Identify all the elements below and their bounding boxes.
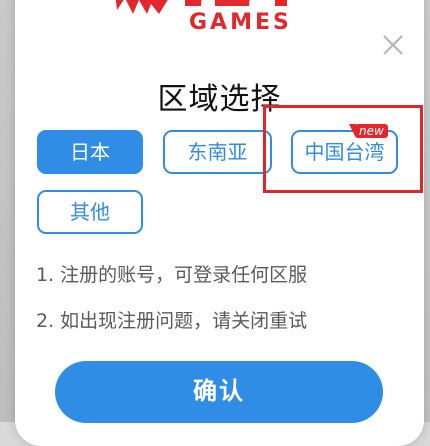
region-option-southeast-asia[interactable]: 东南亚 bbox=[163, 130, 272, 174]
logo-games-text: GAMES bbox=[189, 10, 292, 35]
note-item: 2. 如出现注册问题，请关闭重试 bbox=[36, 310, 308, 332]
notes-list: 1. 注册的账号，可登录任何区服 2. 如出现注册问题，请关闭重试 bbox=[36, 262, 307, 354]
close-icon[interactable] bbox=[382, 34, 404, 56]
confirm-button[interactable]: 确认 bbox=[55, 361, 383, 423]
annotation-highlight-box bbox=[263, 105, 423, 193]
region-option-other[interactable]: 其他 bbox=[37, 190, 143, 234]
region-select-dialog: GAMES 区域选择 日本 东南亚 中国台湾 new 其他 1. 注册的账号，可… bbox=[15, 0, 424, 446]
note-item: 1. 注册的账号，可登录任何区服 bbox=[36, 264, 308, 286]
riot-games-logo: GAMES bbox=[111, 0, 341, 35]
region-option-japan[interactable]: 日本 bbox=[37, 130, 143, 174]
backdrop-left bbox=[0, 0, 16, 422]
